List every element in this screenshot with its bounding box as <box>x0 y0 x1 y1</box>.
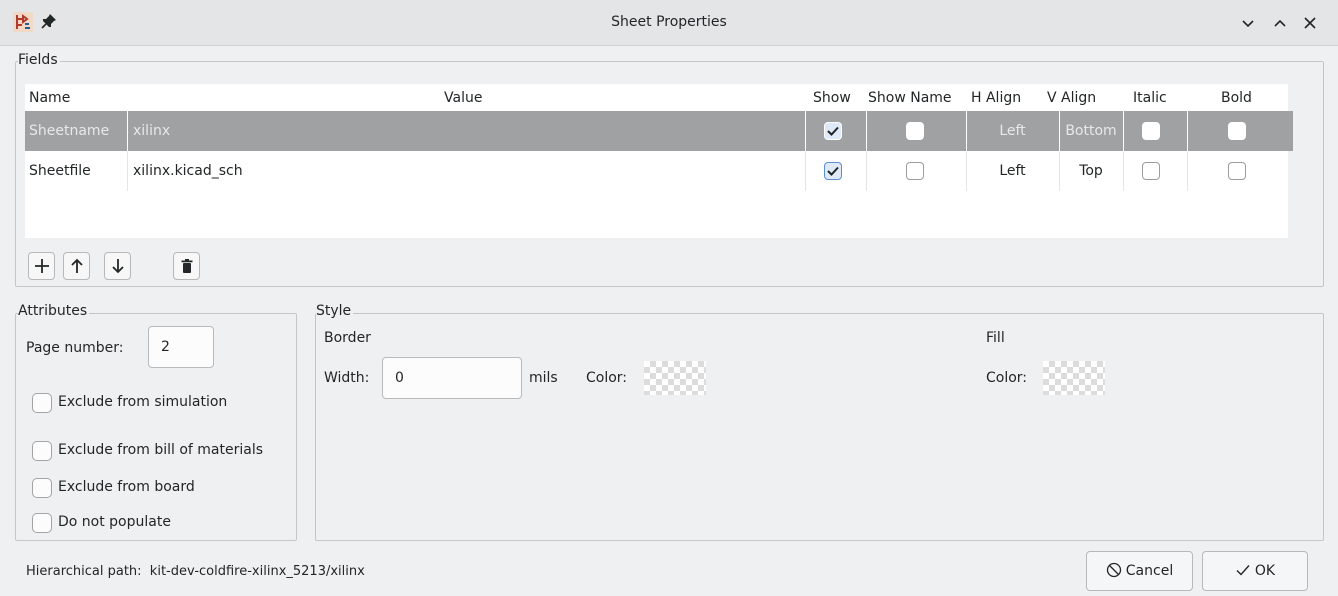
fill-label: Fill <box>986 330 1005 346</box>
column-header-value[interactable]: Value <box>444 90 482 106</box>
add-icon <box>35 259 49 273</box>
v-align-cell[interactable]: Top <box>1059 151 1123 191</box>
border-color-swatch[interactable] <box>644 361 706 395</box>
move-down-button[interactable] <box>104 252 131 280</box>
maximize-icon <box>1274 19 1286 27</box>
attributes-group-label: Attributes <box>18 303 90 319</box>
move-up-button[interactable] <box>63 252 90 280</box>
hierarchical-path: Hierarchical path: kit-dev-coldfire-xili… <box>26 564 365 579</box>
close-button[interactable] <box>1300 13 1320 33</box>
fields-grid: Name Value Show Show Name H Align V Alig… <box>25 84 1293 238</box>
field-name-cell[interactable]: Sheetname <box>29 111 125 151</box>
page-number-label: Page number: <box>26 340 124 356</box>
checkbox-box[interactable] <box>32 393 52 413</box>
checkmark-icon <box>1236 565 1250 576</box>
move-up-icon <box>71 258 83 273</box>
minimize-button[interactable] <box>1238 13 1258 33</box>
column-header-show[interactable]: Show <box>813 90 851 106</box>
style-group-label: Style <box>316 303 354 319</box>
column-header-bold[interactable]: Bold <box>1221 90 1252 106</box>
checkbox-box[interactable] <box>32 441 52 461</box>
page-number-input[interactable] <box>148 326 214 368</box>
ok-label: OK <box>1254 563 1276 579</box>
fill-color-swatch[interactable] <box>1043 361 1105 395</box>
cancel-label: Cancel <box>1125 563 1174 579</box>
show-name-checkbox[interactable] <box>906 122 924 140</box>
v-align-cell[interactable]: Bottom <box>1059 111 1123 151</box>
ok-button[interactable]: OK <box>1202 551 1308 591</box>
style-group <box>315 313 1324 541</box>
checkbox-label: Exclude from simulation <box>58 394 228 410</box>
fields-group-label: Fields <box>18 52 60 68</box>
field-value-cell[interactable]: xilinx <box>133 111 803 151</box>
bold-checkbox[interactable] <box>1228 122 1246 140</box>
border-width-label: Width: <box>324 370 370 386</box>
italic-checkbox[interactable] <box>1142 162 1160 180</box>
show-checkbox[interactable] <box>824 162 842 180</box>
minimize-icon <box>1242 20 1254 28</box>
delete-icon <box>181 259 193 273</box>
show-name-checkbox[interactable] <box>906 162 924 180</box>
checkbox-box[interactable] <box>32 513 52 533</box>
cancel-button[interactable]: Cancel <box>1086 551 1193 591</box>
column-header-italic[interactable]: Italic <box>1133 90 1167 106</box>
bold-checkbox[interactable] <box>1228 162 1246 180</box>
checkbox-label: Do not populate <box>58 514 171 530</box>
italic-checkbox[interactable] <box>1142 122 1160 140</box>
border-width-input[interactable] <box>382 357 522 399</box>
column-header-show-name[interactable]: Show Name <box>868 90 952 106</box>
h-align-cell[interactable]: Left <box>966 151 1059 191</box>
border-label: Border <box>324 330 371 346</box>
move-down-icon <box>112 259 124 274</box>
table-row[interactable]: Sheetname xilinx Left Bottom <box>25 111 1293 151</box>
cancel-icon <box>1106 562 1121 578</box>
show-checkbox[interactable] <box>824 122 842 140</box>
close-icon <box>1304 17 1316 29</box>
delete-field-button[interactable] <box>173 252 200 280</box>
checkbox-box[interactable] <box>32 478 52 498</box>
column-header-name[interactable]: Name <box>29 90 70 106</box>
field-value-cell[interactable]: xilinx.kicad_sch <box>133 151 803 191</box>
field-name-cell[interactable]: Sheetfile <box>29 151 125 191</box>
maximize-button[interactable] <box>1270 13 1290 33</box>
window-title: Sheet Properties <box>611 14 727 30</box>
column-header-v-align[interactable]: V Align <box>1047 90 1096 106</box>
border-units-label: mils <box>529 370 558 386</box>
add-field-button[interactable] <box>28 252 55 280</box>
column-header-h-align[interactable]: H Align <box>971 90 1021 106</box>
title-bar: Sheet Properties <box>0 0 1338 46</box>
border-color-label: Color: <box>586 370 628 386</box>
checkbox-label: Exclude from board <box>58 479 195 495</box>
table-row[interactable]: Sheetfile xilinx.kicad_sch Left Top <box>25 151 1293 191</box>
checkbox-label: Exclude from bill of materials <box>58 442 264 458</box>
fill-color-label: Color: <box>986 370 1028 386</box>
h-align-cell[interactable]: Left <box>966 111 1059 151</box>
